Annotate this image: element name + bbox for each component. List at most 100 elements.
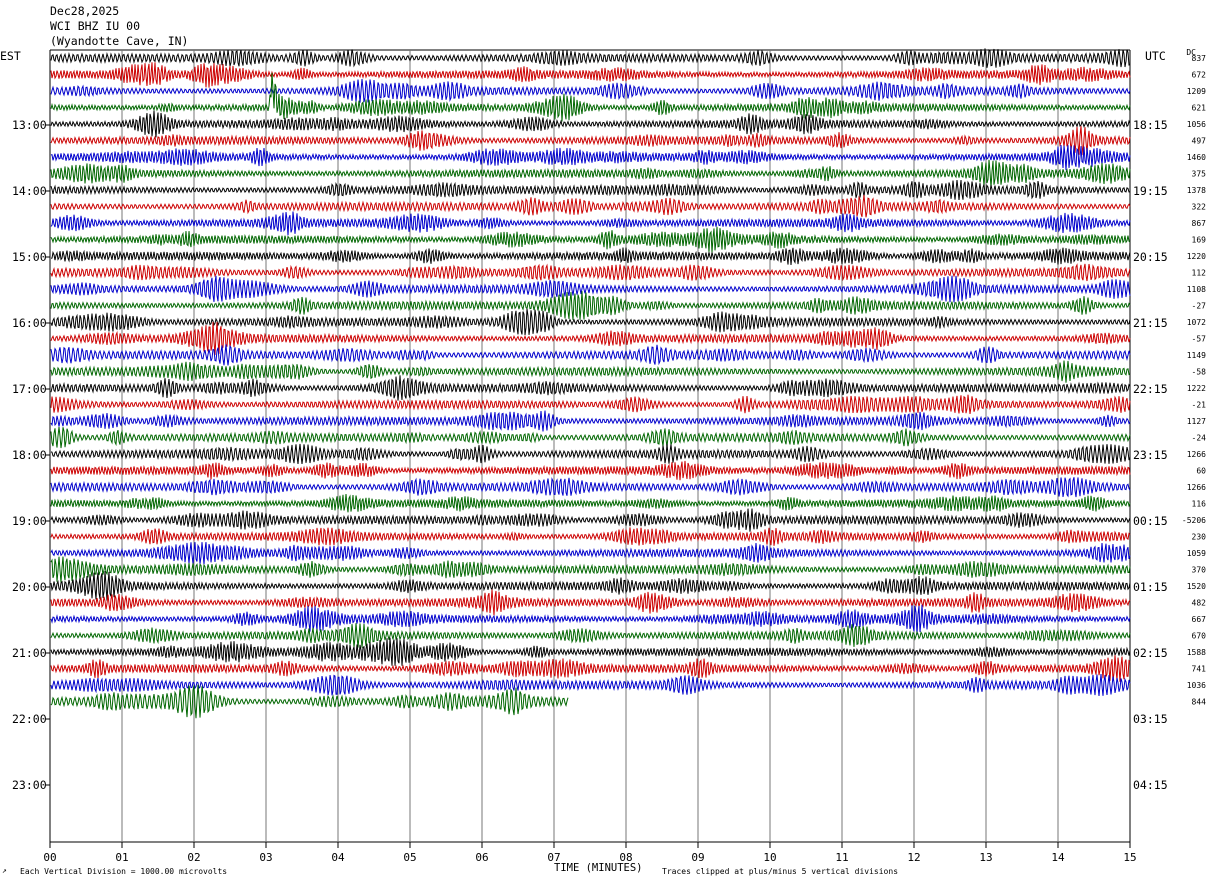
left-hour-label: 18:00 <box>12 448 47 462</box>
x-tick-label: 09 <box>691 851 704 864</box>
x-tick-label: 06 <box>475 851 488 864</box>
seismic-trace <box>50 460 1131 481</box>
x-tick-label: 05 <box>403 851 416 864</box>
left-hour-label: 17:00 <box>12 382 47 396</box>
right-hour-label: 00:15 <box>1133 514 1168 528</box>
dc-offset-value: 1072 <box>1187 318 1206 327</box>
dc-offset-value: 1378 <box>1187 186 1206 195</box>
dc-offset-value: -57 <box>1192 335 1207 344</box>
dc-offset-value: 837 <box>1192 54 1207 63</box>
seismic-trace <box>50 426 1131 449</box>
dc-offset-value: -24 <box>1192 434 1207 443</box>
seismic-trace <box>50 360 1131 383</box>
x-tick-label: 10 <box>763 851 776 864</box>
right-hour-label: 04:15 <box>1133 778 1168 792</box>
x-axis-label: TIME (MINUTES) <box>554 862 643 874</box>
dc-offset-value: 621 <box>1192 104 1207 113</box>
dc-offset-value: 1036 <box>1187 681 1206 690</box>
helicorder-plot: 00 01 02 03 04 05 06 07 08 09 10 11 12 13 14 1513:0014:… <box>12 48 1207 864</box>
dc-offset-value: 844 <box>1192 698 1207 707</box>
seismic-trace <box>50 637 1131 666</box>
right-hour-label: 23:15 <box>1133 448 1168 462</box>
x-tick-label: 11 <box>835 851 848 864</box>
right-hour-label: 19:15 <box>1133 184 1168 198</box>
seismic-trace <box>50 589 1131 616</box>
left-hour-label: 22:00 <box>12 712 47 726</box>
dc-offset-value: 116 <box>1192 500 1207 509</box>
dc-offset-value: -58 <box>1192 368 1207 377</box>
seismic-trace <box>50 623 1131 648</box>
dc-offset-value: 1127 <box>1187 417 1206 426</box>
dc-offset-value: 375 <box>1192 170 1207 179</box>
left-hour-label: 21:00 <box>12 646 47 660</box>
seismic-trace <box>50 62 1131 88</box>
seismic-trace <box>50 179 1131 201</box>
dc-offset-value: 1209 <box>1187 87 1206 96</box>
dc-offset-value: 1266 <box>1187 483 1206 492</box>
seismic-trace <box>50 110 1131 138</box>
dc-offset-value: 672 <box>1192 71 1207 80</box>
seismic-trace <box>50 493 1131 513</box>
left-hour-label: 13:00 <box>12 118 47 132</box>
dc-offset-value: 867 <box>1192 219 1207 228</box>
dc-offset-value: 370 <box>1192 566 1207 575</box>
right-hour-label: 18:15 <box>1133 118 1168 132</box>
right-hour-label: 03:15 <box>1133 712 1168 726</box>
seismic-trace <box>50 674 1131 697</box>
left-hour-label: 15:00 <box>12 250 47 264</box>
seismic-trace <box>50 443 1131 465</box>
seismic-trace <box>50 344 1131 366</box>
seismic-trace <box>50 48 1131 68</box>
dc-offset-value: 60 <box>1196 467 1206 476</box>
x-tick-label: 14 <box>1051 851 1065 864</box>
x-tick-label: 03 <box>259 851 272 864</box>
seismic-trace <box>50 410 1131 432</box>
x-tick-label: 02 <box>187 851 200 864</box>
seismic-trace <box>50 477 1131 498</box>
dc-offset-value: -27 <box>1192 302 1207 311</box>
dc-offset-value: 497 <box>1192 137 1207 146</box>
dc-offset-value: 670 <box>1192 632 1207 641</box>
seismic-trace <box>50 508 1131 532</box>
left-hour-label: 23:00 <box>12 778 47 792</box>
dc-offset-value: 1108 <box>1187 285 1206 294</box>
seismic-trace <box>50 126 1131 156</box>
left-hour-label: 14:00 <box>12 184 47 198</box>
scale-note: Each Vertical Division = 1000.00 microvo… <box>20 867 228 876</box>
left-hour-label: 16:00 <box>12 316 47 330</box>
x-tick-label: 00 <box>43 851 56 864</box>
right-hour-label: 20:15 <box>1133 250 1168 264</box>
right-hour-label: 21:15 <box>1133 316 1168 330</box>
x-tick-label: 01 <box>115 851 128 864</box>
dc-offset-value: 1149 <box>1187 351 1206 360</box>
seismic-trace <box>50 263 1131 282</box>
seismic-trace <box>50 226 1131 253</box>
left-hour-label: 19:00 <box>12 514 47 528</box>
seismic-trace <box>50 556 1131 583</box>
right-hour-label: 01:15 <box>1133 580 1168 594</box>
seismic-trace <box>50 655 1131 682</box>
seismic-trace <box>50 542 1131 565</box>
right-hour-label: 22:15 <box>1133 382 1168 396</box>
dc-offset-value: 322 <box>1192 203 1207 212</box>
dc-offset-value: 1220 <box>1187 252 1206 261</box>
seismic-trace <box>50 394 1131 414</box>
dc-offset-value: 482 <box>1192 599 1207 608</box>
seismic-trace <box>50 144 1131 171</box>
dc-offset-value: 1056 <box>1187 120 1206 129</box>
clip-note: Traces clipped at plus/minus 5 vertical … <box>662 867 899 876</box>
dc-offset-value: 1266 <box>1187 450 1206 459</box>
dc-offset-value: 1520 <box>1187 582 1206 591</box>
dc-offset-value: 169 <box>1192 236 1207 245</box>
x-tick-label: 15 <box>1123 851 1136 864</box>
dc-offset-value: 112 <box>1192 269 1207 278</box>
dc-offset-value: 1588 <box>1187 648 1206 657</box>
scale-marker-icon: ↗ <box>2 866 7 875</box>
seismic-trace <box>50 247 1131 266</box>
dc-offset-value: -21 <box>1192 401 1207 410</box>
dc-offset-value: 667 <box>1192 615 1207 624</box>
seismic-trace <box>50 527 1131 546</box>
seismic-trace <box>50 194 1131 218</box>
dc-offset-value: -5206 <box>1182 516 1206 525</box>
dc-offset-value: 1059 <box>1187 549 1206 558</box>
